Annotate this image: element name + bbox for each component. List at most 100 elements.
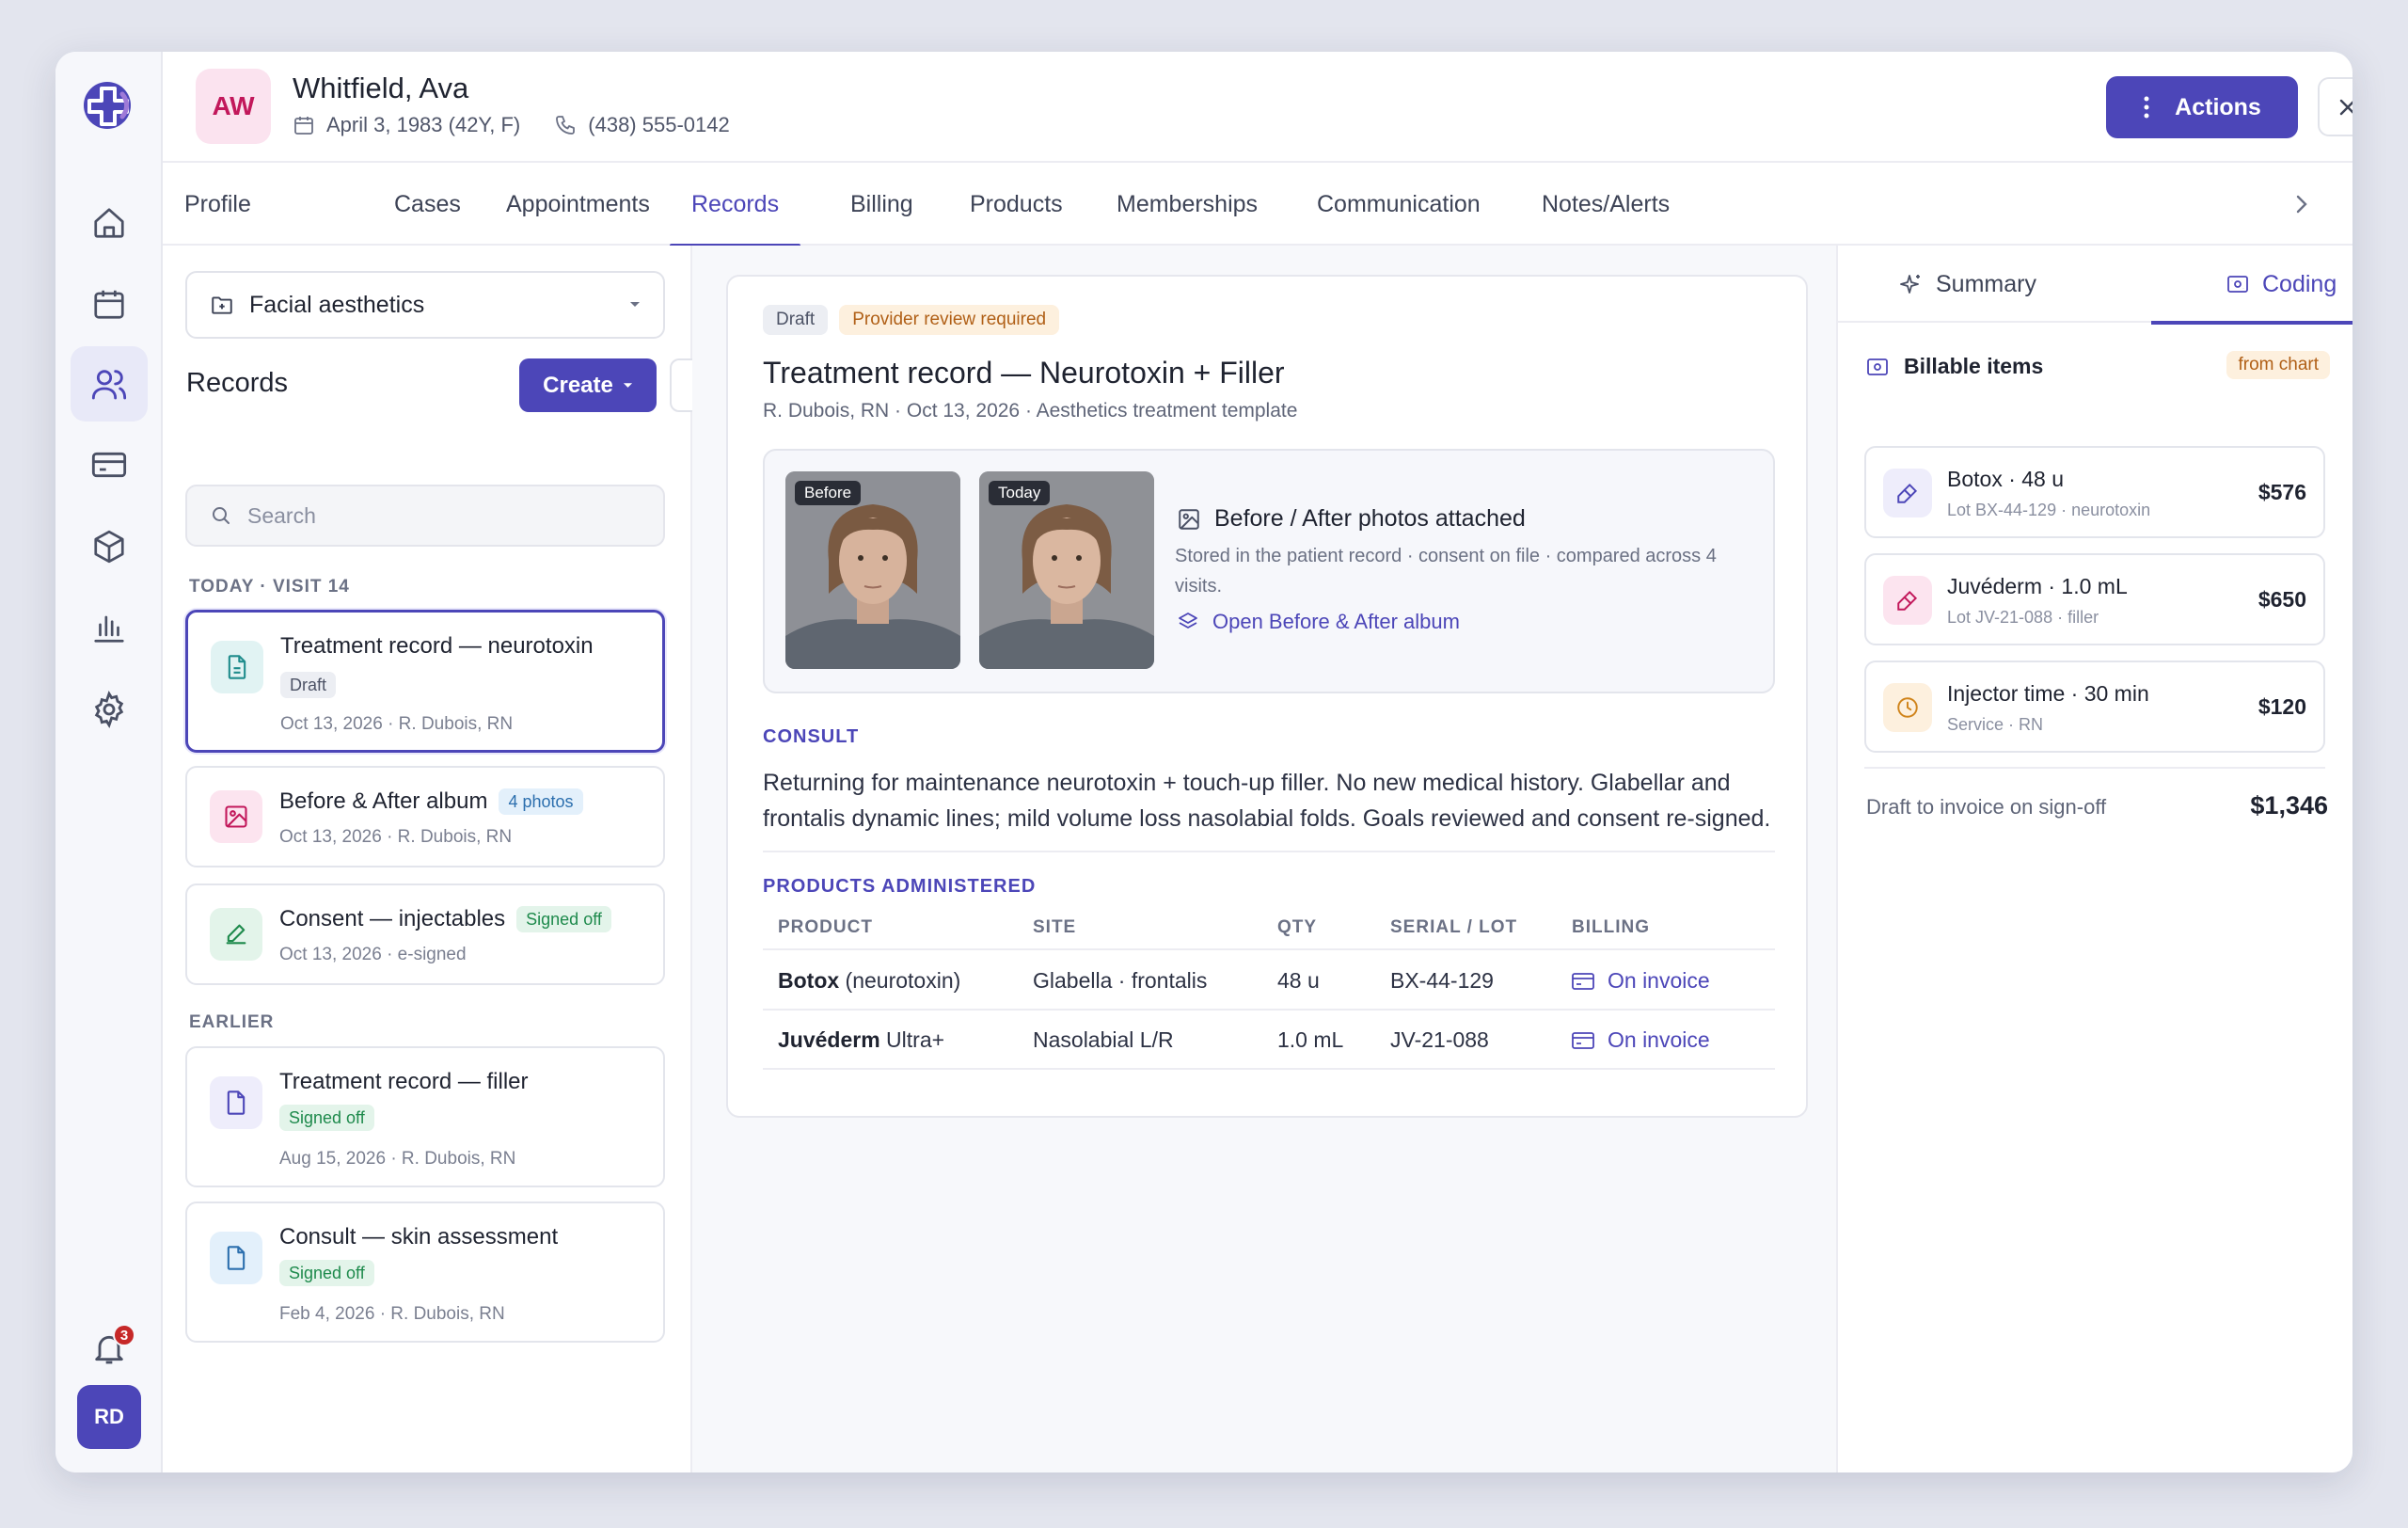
product-cell: Juvéderm Ultra+ [778, 1027, 944, 1053]
qty-cell: 48 u [1277, 968, 1320, 993]
patient-header: AW Whitfield, Ava April 3, 1983 (42Y, F)… [163, 52, 2353, 163]
invoice-icon [2227, 276, 2248, 293]
close-button[interactable] [2318, 77, 2353, 136]
search-placeholder: Search [247, 502, 316, 528]
notifications-button[interactable]: 3 [55, 1315, 163, 1381]
document-icon [210, 1232, 262, 1284]
record-item-meta: Aug 15, 2026 · R. Dubois, RN [279, 1149, 516, 1169]
record-card: Draft Provider review required Treatment… [726, 275, 1808, 1118]
folder-plus-icon [212, 296, 232, 314]
record-item-treatment-neurotoxin[interactable]: Treatment record — neurotoxin Draft Oct … [185, 610, 665, 753]
status-badge: Signed off [279, 1260, 374, 1286]
nav-calendar[interactable] [55, 266, 163, 342]
record-item-meta: Oct 13, 2026 · R. Dubois, RN [279, 827, 513, 847]
home-icon [94, 208, 124, 238]
create-button[interactable]: Create [519, 358, 657, 412]
gear-icon [94, 691, 124, 728]
consult-text: Returning for maintenance neurotoxin + t… [763, 770, 1771, 832]
column-header: SITE [1033, 917, 1077, 937]
billable-item-name: Botox · 48 u [1947, 467, 2065, 491]
group-today-label: TODAY · VISIT 14 [189, 577, 350, 597]
photos-description: Stored in the patient record · consent o… [1175, 546, 1717, 597]
image-icon [1179, 508, 1199, 530]
billable-item-price: $650 [2258, 587, 2306, 612]
actions-button[interactable]: Actions [2106, 76, 2298, 138]
calendar-icon [94, 290, 124, 319]
billable-item[interactable]: Juvéderm · 1.0 mL Lot JV-21-088 · filler… [1864, 553, 2325, 645]
total-value: $1,346 [2250, 791, 2328, 820]
billing-icon [1867, 358, 1888, 375]
before-photo-label: Before [795, 481, 862, 505]
invoice-icon [1572, 1031, 1594, 1049]
record-subtitle: R. Dubois, RN · Oct 13, 2026 · Aesthetic… [763, 400, 1298, 422]
billing-link[interactable]: On invoice [1572, 968, 1710, 994]
record-item-consult-skin[interactable]: Consult — skin assessment Signed off Feb… [185, 1202, 665, 1343]
tab-coding[interactable]: Coding [2150, 246, 2353, 325]
tab-profile[interactable]: Profile [184, 163, 251, 246]
tab-products[interactable]: Products [970, 163, 1063, 246]
tab-cases[interactable]: Cases [394, 163, 461, 246]
user-avatar[interactable]: RD [77, 1385, 141, 1449]
billable-item-price: $576 [2258, 480, 2306, 504]
records-heading: Records [186, 368, 288, 398]
today-photo[interactable]: Today [979, 471, 1154, 669]
nav-patients[interactable] [55, 346, 163, 422]
records-search[interactable]: Search [185, 485, 665, 547]
billable-item-price: $120 [2258, 694, 2306, 719]
tab-billing[interactable]: Billing [850, 163, 913, 246]
category-select[interactable]: Facial aesthetics [185, 271, 665, 339]
column-header: BILLING [1572, 917, 1650, 937]
record-item-before-after-album[interactable]: Before & After album 4 photos Oct 13, 20… [185, 766, 665, 867]
site-cell: Nasolabial L/R [1033, 1027, 1174, 1052]
more-vertical-icon [2144, 96, 2149, 119]
nav-settings[interactable] [55, 672, 163, 747]
status-badge: Signed off [279, 1105, 374, 1131]
photos-title: Before / After photos attached [1214, 505, 1526, 532]
app-logo[interactable] [79, 75, 139, 135]
tab-memberships[interactable]: Memberships [1117, 163, 1258, 246]
photos-panel: Before Today Before / After photos attac… [763, 449, 1775, 693]
patient-dob: April 3, 1983 (42Y, F) [326, 113, 521, 136]
column-header: QTY [1277, 917, 1318, 937]
open-album-link-label: Open Before & After album [1212, 610, 1460, 633]
phone-icon [556, 116, 576, 135]
billing-link-label: On invoice [1608, 968, 1710, 993]
app-window: 3 RD AW Whitfield, Ava April 3, 1983 (42… [55, 52, 2353, 1472]
patient-tabs: Profile Cases Appointments Records Billi… [163, 163, 2353, 247]
qty-cell: 1.0 mL [1277, 1027, 1344, 1052]
record-item-consent-injectables[interactable]: Consent — injectables Signed off Oct 13,… [185, 883, 665, 985]
tabs-scroll-right[interactable] [2290, 191, 2313, 217]
open-album-link[interactable]: Open Before & After album [1177, 610, 1460, 634]
status-badge: Draft [763, 305, 829, 335]
nav-rail: 3 RD [55, 52, 163, 1472]
billable-item[interactable]: Injector time · 30 min Service · RN $120 [1864, 661, 2325, 753]
nav-billing[interactable] [55, 427, 163, 502]
before-photo[interactable]: Before [785, 471, 960, 669]
record-item-meta: Feb 4, 2026 · R. Dubois, RN [279, 1304, 505, 1324]
patient-avatar: AW [196, 69, 271, 144]
category-select-value: Facial aesthetics [249, 291, 425, 318]
caret-down-icon [630, 302, 640, 307]
billing-link[interactable]: On invoice [1572, 1027, 1710, 1053]
invoice-icon [1572, 972, 1594, 990]
tab-summary[interactable]: Summary [1900, 246, 2036, 323]
tab-appointments[interactable]: Appointments [506, 163, 650, 246]
record-item-title: Treatment record — neurotoxin [280, 633, 594, 659]
nav-reports[interactable] [55, 590, 163, 665]
tab-records[interactable]: Records [670, 163, 801, 247]
status-badge: Signed off [516, 906, 611, 932]
coding-panel: Summary Coding Billable items from chart… [1836, 246, 2353, 1472]
lot-cell: JV-21-088 [1390, 1027, 1489, 1052]
tab-notes-alerts[interactable]: Notes/Alerts [1542, 163, 1670, 246]
patient-phone[interactable]: (438) 555-0142 [588, 113, 729, 137]
syringe-icon [1883, 576, 1932, 625]
nav-home[interactable] [55, 185, 163, 261]
products-heading: PRODUCTS ADMINISTERED [763, 876, 1037, 897]
tab-communication[interactable]: Communication [1317, 163, 1481, 246]
record-item-treatment-filler[interactable]: Treatment record — filler Signed off Aug… [185, 1046, 665, 1187]
billable-item[interactable]: Botox · 48 u Lot BX-44-129 · neurotoxin … [1864, 446, 2325, 538]
nav-products[interactable] [55, 509, 163, 584]
record-item-title: Treatment record — filler [279, 1069, 529, 1094]
record-item-title: Consent — injectables [279, 906, 506, 931]
document-icon [211, 641, 263, 693]
